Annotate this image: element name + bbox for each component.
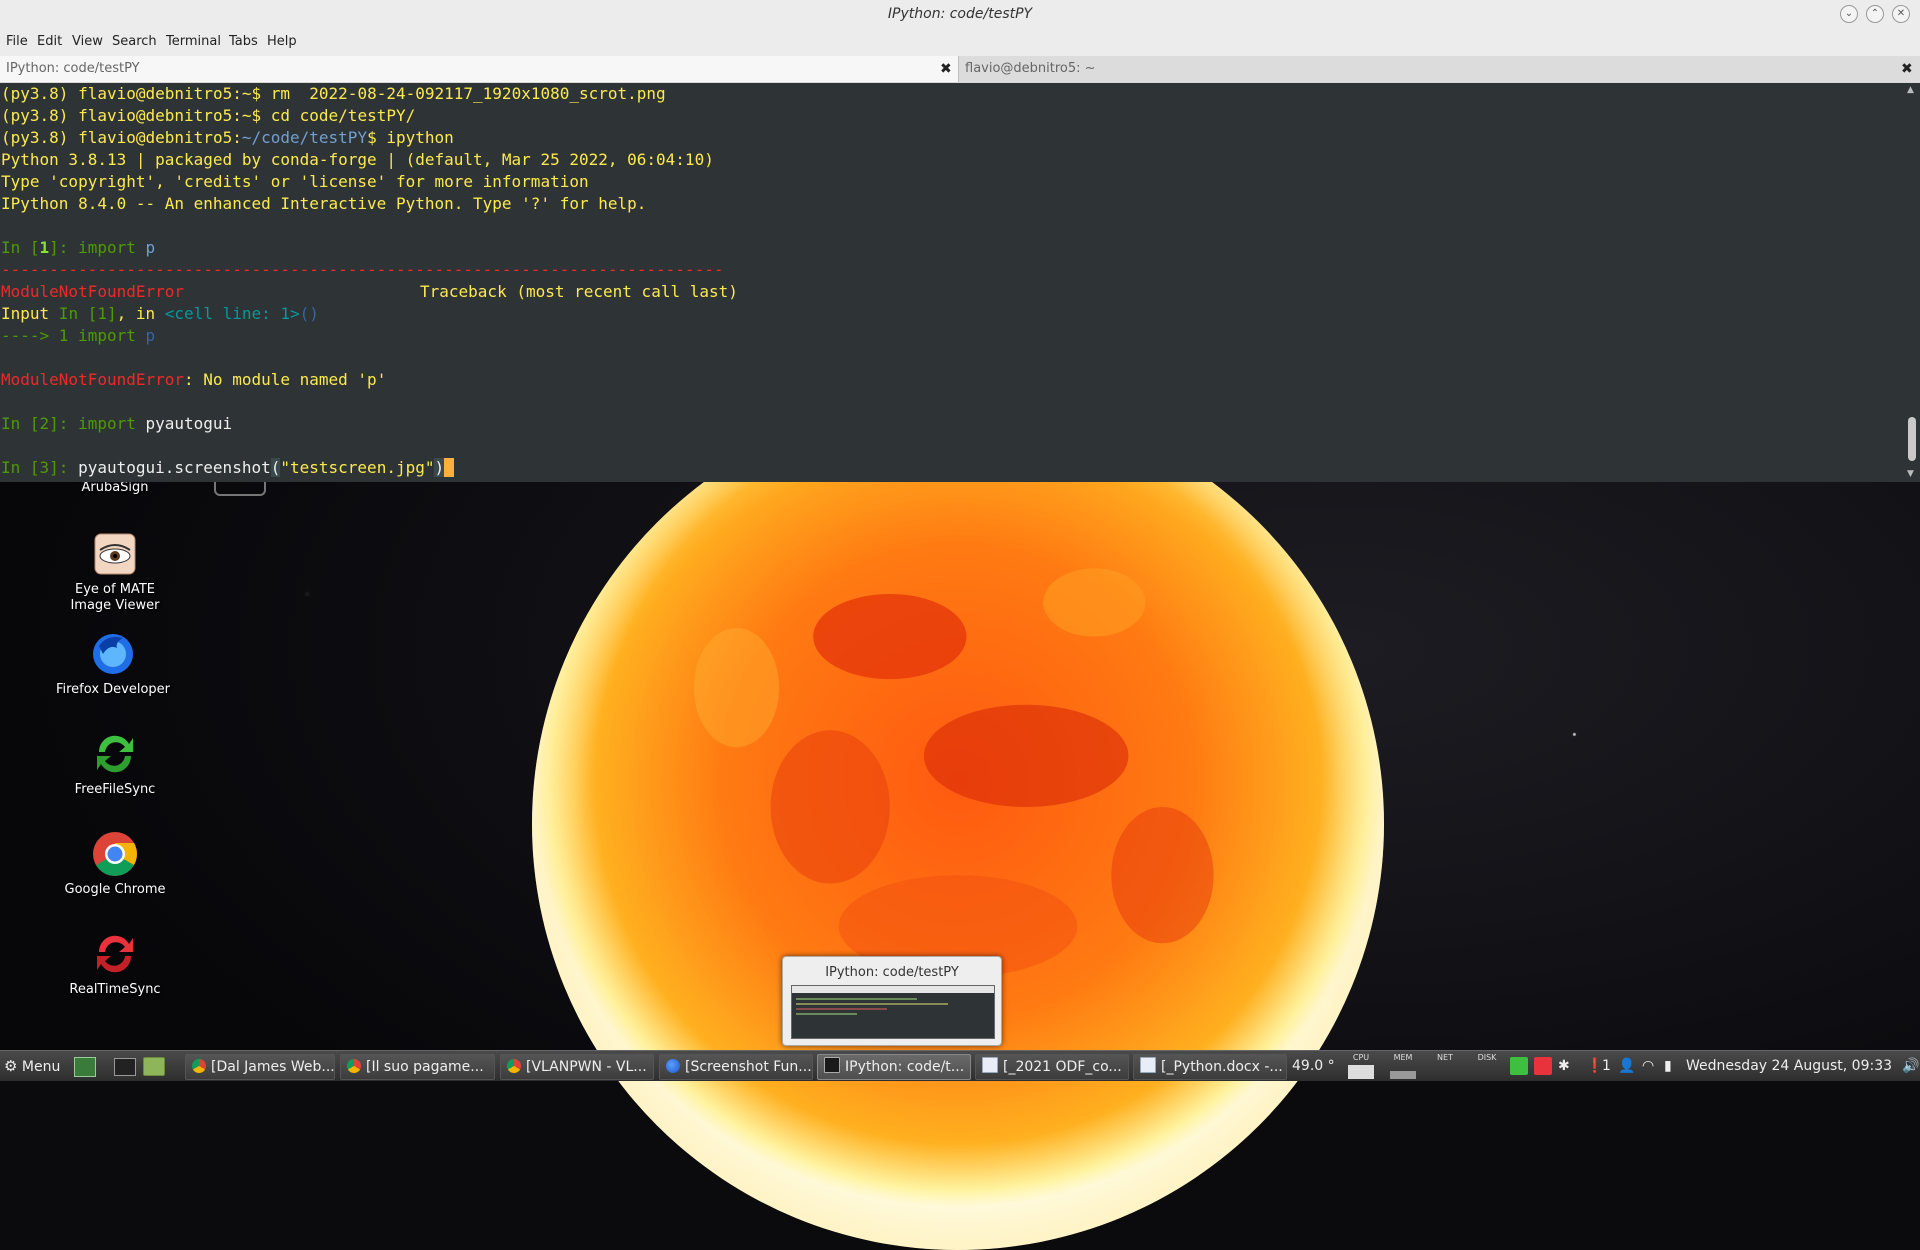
terminal-scrollbar[interactable]: ▲ ▼ [1904,83,1920,482]
terminal-line: Python 3.8.13 | packaged by conda-forge … [1,150,714,169]
menu-help[interactable]: Help [267,34,297,49]
document-icon [1140,1057,1156,1073]
chrome-icon [507,1059,521,1073]
firefox-icon [666,1059,680,1073]
tab-close-icon[interactable]: ✖ [940,56,952,82]
terminal-output[interactable]: (py3.8) flavio@debnitro5:~$ rm 2022-08-2… [0,83,1904,482]
close-button[interactable]: ✕ [1892,5,1910,23]
task-button[interactable]: [Screenshot Fun... [659,1054,813,1080]
task-button[interactable]: [_2021 ODF_co... [975,1054,1129,1080]
desktop-icon-google-chrome[interactable]: Google Chrome [55,830,175,898]
scroll-down-icon[interactable]: ▼ [1907,469,1914,479]
terminal-launcher-icon[interactable] [114,1058,136,1076]
terminal-line: In [3]: pyautogui.screenshot("testscreen… [1,457,454,479]
preview-thumbnail [791,985,995,1039]
task-button[interactable]: [_Python.docx -... [1133,1054,1287,1080]
desktop-icon-label: ArubaSign [81,480,149,495]
tab-ipython[interactable]: IPython: code/testPY ✖ [0,56,959,82]
terminal-line: Input In [1], in <cell line: 1>() [1,304,319,323]
task-button-active[interactable]: IPython: code/t... [817,1054,971,1080]
desktop-icon-firefox-developer[interactable]: Firefox Developer [53,630,173,698]
terminal-line: In [2]: import pyautogui [1,414,233,433]
text-cursor [444,458,454,477]
preview-title: IPython: code/testPY [825,965,959,980]
bluetooth-icon[interactable]: ✱ [1558,1051,1570,1081]
task-button[interactable]: [VLANPWN - VL... [500,1054,654,1080]
google-chrome-icon [91,830,139,878]
menu-edit[interactable]: Edit [37,34,62,49]
window-titlebar[interactable]: IPython: code/testPY ⌄ ⌃ ✕ [0,0,1920,31]
freefilesync-icon [91,730,139,778]
terminal-line: (py3.8) flavio@debnitro5:~$ rm 2022-08-2… [1,84,666,103]
battery-icon[interactable]: ▮ [1664,1051,1672,1081]
desktop-icon-eye-of-mate[interactable]: Eye of MATE Image Viewer [55,530,175,614]
task-preview-popup[interactable]: IPython: code/testPY [782,956,1002,1046]
menu-search[interactable]: Search [112,34,157,49]
terminal-line: ModuleNotFoundError: No module named 'p' [1,370,387,389]
minimize-button[interactable]: ⌄ [1840,5,1858,23]
taskbar: ⚙ Menu [Dal James Web... [Il suo pagame.… [0,1050,1920,1081]
sync-tray-icon[interactable] [1510,1057,1528,1075]
desktop-icon-label: Firefox Developer [55,682,171,697]
terminal-line: ModuleNotFoundError Traceback (most recen… [1,282,738,301]
terminal-icon [824,1057,840,1073]
volume-icon[interactable]: 🔊 [1902,1051,1919,1081]
terminal-window: IPython: code/testPY ⌄ ⌃ ✕ File Edit Vie… [0,0,1920,482]
terminal-line: (py3.8) flavio@debnitro5:~/code/testPY$ … [1,128,454,147]
realtimesync-icon [91,930,139,978]
desktop-icon-arubasign[interactable]: ArubaSign [55,480,175,495]
mem-monitor[interactable]: MEM [1388,1053,1418,1079]
menu-label: Menu [21,1059,61,1075]
temperature-readout: 49.0 ° [1292,1058,1335,1074]
menu-tabs[interactable]: Tabs [229,34,258,49]
anydesk-tray-icon[interactable] [1534,1057,1552,1075]
user-icon[interactable]: 👤 [1618,1051,1635,1081]
wifi-icon[interactable]: ◠ [1642,1051,1654,1081]
disk-monitor[interactable]: DISK [1472,1053,1502,1079]
terminal-line: (py3.8) flavio@debnitro5:~$ cd code/test… [1,106,416,125]
desktop-icon-label: RealTimeSync [69,982,161,997]
menu-file[interactable]: File [6,34,28,49]
menu-terminal[interactable]: Terminal [166,34,221,49]
desktop-icon-realtimesync[interactable]: RealTimeSync [55,930,175,998]
desktop-icon-label: FreeFileSync [74,782,156,797]
notification-count: 1 [1602,1058,1611,1074]
terminal-line: ----------------------------------------… [1,260,724,279]
tab-label: flavio@debnitro5: ~ [965,61,1096,76]
eye-of-mate-icon [91,530,139,578]
system-monitor-launcher-icon[interactable] [74,1057,96,1077]
menubar: File Edit View Search Terminal Tabs Help [0,30,1920,56]
scroll-up-icon[interactable]: ▲ [1907,85,1914,95]
cpu-monitor[interactable]: CPU [1346,1053,1376,1079]
desktop-icon-freefilesync[interactable]: FreeFileSync [55,730,175,798]
clock[interactable]: Wednesday 24 August, 09:33 [1686,1051,1892,1081]
sun-wallpaper-image [532,398,1384,1250]
window-title: IPython: code/testPY [887,6,1033,22]
tab-close-icon[interactable]: ✖ [1901,56,1913,82]
terminal-line: IPython 8.4.0 -- An enhanced Interactive… [1,194,647,213]
menu-view[interactable]: View [72,34,103,49]
notification-icon[interactable]: ❗ [1586,1051,1603,1081]
gear-icon: ⚙ [4,1057,18,1075]
firefox-developer-icon [89,630,137,678]
tab-home-shell[interactable]: flavio@debnitro5: ~ ✖ [959,56,1920,82]
menu-button[interactable]: ⚙ Menu [4,1051,60,1081]
task-button[interactable]: [Dal James Web... [185,1054,335,1080]
file-manager-launcher-icon[interactable] [143,1057,165,1076]
desktop-icon-label: Eye of MATE Image Viewer [70,582,160,613]
chrome-icon [192,1059,206,1073]
terminal-line: Type 'copyright', 'credits' or 'license'… [1,172,589,191]
chrome-icon [347,1059,361,1073]
document-icon [982,1057,998,1073]
desktop-icon-label: Google Chrome [64,882,166,897]
terminal-line: ----> 1 import p [1,326,156,345]
net-monitor[interactable]: NET [1430,1053,1460,1079]
terminal-line: In [1]: import p [1,238,156,257]
tab-bar: IPython: code/testPY ✖ flavio@debnitro5:… [0,56,1920,84]
scrollbar-thumb[interactable] [1908,417,1916,461]
task-button[interactable]: [Il suo pagame... [340,1054,495,1080]
tab-label: IPython: code/testPY [6,61,140,76]
maximize-button[interactable]: ⌃ [1866,5,1884,23]
